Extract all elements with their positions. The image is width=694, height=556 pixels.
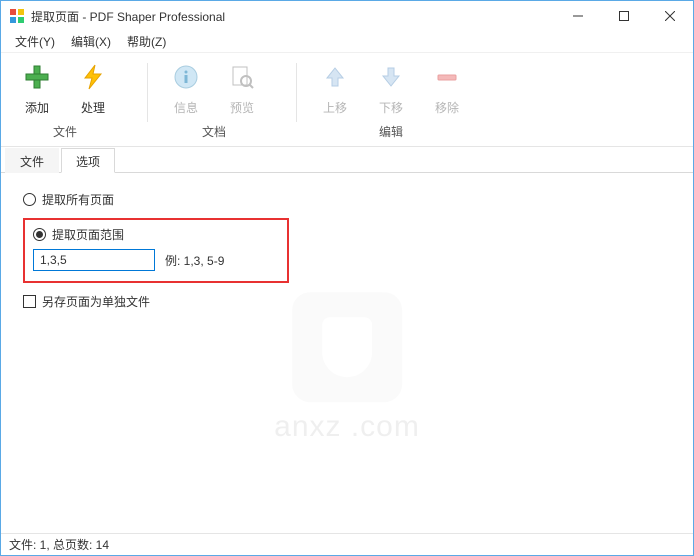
toolbar-group-doc: 信息 预览 文档	[158, 57, 270, 146]
checkbox-save-separate-label: 另存页面为单独文件	[42, 293, 150, 310]
minus-icon	[431, 61, 463, 93]
close-button[interactable]	[647, 1, 693, 31]
preview-button: 预览	[214, 57, 270, 121]
process-label: 处理	[81, 99, 105, 116]
statusbar: 文件: 1, 总页数: 14	[1, 533, 693, 555]
menu-file[interactable]: 文件(Y)	[7, 31, 63, 52]
movedown-label: 下移	[379, 99, 403, 116]
info-label: 信息	[174, 99, 198, 116]
check-save-separate-row[interactable]: 另存页面为单独文件	[23, 293, 671, 310]
toolbar: 添加 处理 文件 信息 预览 文档	[1, 53, 693, 147]
radio-range[interactable]	[33, 228, 46, 241]
info-icon	[170, 61, 202, 93]
arrow-down-icon	[375, 61, 407, 93]
add-button[interactable]: 添加	[9, 57, 65, 121]
window-controls	[555, 1, 693, 31]
preview-label: 预览	[230, 99, 254, 116]
add-label: 添加	[25, 99, 49, 116]
movedown-button: 下移	[363, 57, 419, 121]
watermark-text: anxz .com	[274, 410, 420, 444]
range-example: 例: 1,3, 5-9	[165, 252, 224, 269]
watermark: anxz .com	[274, 292, 420, 444]
tab-content: anxz .com 提取所有页面 提取页面范围 例: 1,3, 5-9 另存页面…	[1, 173, 693, 533]
titlebar: 提取页面 - PDF Shaper Professional	[1, 1, 693, 31]
process-button[interactable]: 处理	[65, 57, 121, 121]
plus-icon	[21, 61, 53, 93]
magnifier-icon	[226, 61, 258, 93]
tabs: 文件 选项	[1, 147, 693, 173]
remove-button: 移除	[419, 57, 475, 121]
lightning-icon	[77, 61, 109, 93]
separator	[147, 63, 148, 122]
info-button: 信息	[158, 57, 214, 121]
separator	[296, 63, 297, 122]
moveup-button: 上移	[307, 57, 363, 121]
window-title: 提取页面 - PDF Shaper Professional	[31, 8, 555, 25]
app-icon	[9, 8, 25, 24]
remove-label: 移除	[435, 99, 459, 116]
radio-range-label: 提取页面范围	[52, 226, 124, 243]
toolbar-group-file: 添加 处理 文件	[9, 57, 121, 146]
arrow-up-icon	[319, 61, 351, 93]
app-window: 提取页面 - PDF Shaper Professional 文件(Y) 编辑(…	[0, 0, 694, 556]
menubar: 文件(Y) 编辑(X) 帮助(Z)	[1, 31, 693, 53]
group-edit-label: 编辑	[379, 121, 403, 146]
maximize-button[interactable]	[601, 1, 647, 31]
radio-all-row[interactable]: 提取所有页面	[23, 191, 671, 208]
radio-all-label: 提取所有页面	[42, 191, 114, 208]
menu-edit[interactable]: 编辑(X)	[63, 31, 119, 52]
checkbox-save-separate[interactable]	[23, 295, 36, 308]
tab-files[interactable]: 文件	[5, 148, 59, 173]
range-input[interactable]	[33, 249, 155, 271]
minimize-button[interactable]	[555, 1, 601, 31]
toolbar-group-edit: 上移 下移 移除 编辑	[307, 57, 475, 146]
range-input-row: 例: 1,3, 5-9	[33, 249, 279, 271]
status-text: 文件: 1, 总页数: 14	[9, 536, 109, 553]
tab-options[interactable]: 选项	[61, 148, 115, 173]
group-file-label: 文件	[53, 121, 77, 146]
moveup-label: 上移	[323, 99, 347, 116]
radio-range-row[interactable]: 提取页面范围	[33, 226, 279, 243]
radio-all[interactable]	[23, 193, 36, 206]
menu-help[interactable]: 帮助(Z)	[119, 31, 174, 52]
highlight-box: 提取页面范围 例: 1,3, 5-9	[23, 218, 289, 283]
group-doc-label: 文档	[202, 121, 226, 146]
